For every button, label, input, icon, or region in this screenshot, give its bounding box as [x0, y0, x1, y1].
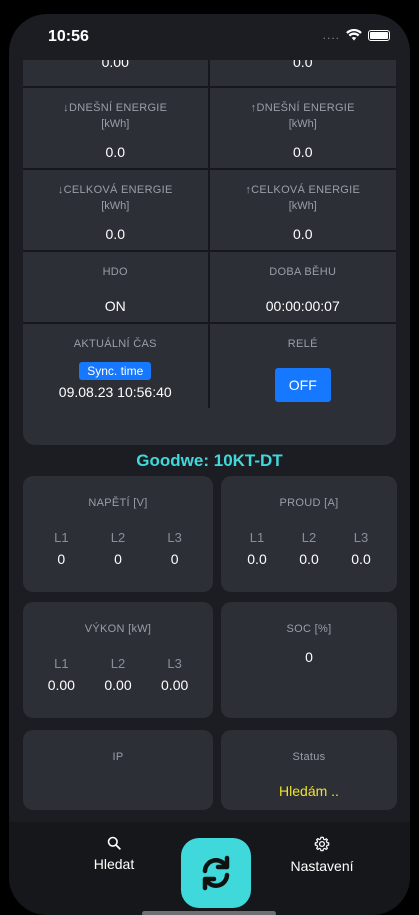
- partial-right-value: 0.0: [293, 60, 313, 70]
- device-title: Goodwe: 10KT-DT: [136, 451, 283, 470]
- card-title: NAPĚTÍ [V]: [88, 497, 148, 509]
- phase-value: 0.0: [299, 551, 319, 567]
- phase-row: L1 0.00 L2 0.00 L3 0.00: [23, 656, 213, 693]
- signal-dots-icon: ....: [322, 28, 340, 42]
- phase-value: 0.00: [47, 677, 75, 693]
- partial-left-value: 0.00: [101, 60, 129, 70]
- card-title: Status: [292, 751, 326, 763]
- hdo-runtime-row: HDO ON DOBA BĚHU 00:00:00:07: [23, 252, 396, 322]
- phase-label: L3: [167, 656, 182, 671]
- cell-label: HDO: [102, 266, 128, 278]
- cell-label: RELÉ: [287, 338, 318, 350]
- hdo-value: ON: [104, 298, 126, 314]
- phase-label: L3: [353, 530, 369, 545]
- energy-panel: 0.00 0.0 ↓DNEŠNÍ ENERGIE [kWh] 0.0 ↑DNEŠ…: [23, 60, 396, 445]
- search-icon: [107, 836, 121, 850]
- cell-unit: [kWh]: [101, 200, 130, 212]
- cell-value: 0.0: [293, 226, 313, 242]
- cell-label: AKTUÁLNÍ ČAS: [73, 338, 157, 350]
- phase-label: L1: [249, 530, 265, 545]
- card-title: PROUD [A]: [279, 497, 339, 509]
- cell-value: 0.0: [105, 144, 125, 160]
- phase-value: 0.0: [351, 551, 371, 567]
- status-card: Status Hledám ..: [221, 730, 397, 810]
- phase-value: 0: [114, 551, 122, 567]
- app-screen: 10:56 .... 0.00 0.0 ↓DNEŠNÍ ENERGIE [kWh…: [9, 14, 410, 915]
- power-card: VÝKON [kW] L1 0.00 L2 0.00 L3 0.00: [23, 602, 213, 718]
- refresh-button[interactable]: [181, 838, 251, 908]
- tab-settings[interactable]: Nastavení: [277, 836, 367, 874]
- tab-search[interactable]: Hledat: [84, 836, 144, 872]
- cell-label: DOBA BĚHU: [269, 266, 337, 278]
- card-title: SOC [%]: [286, 623, 332, 635]
- card-title: VÝKON [kW]: [84, 623, 152, 635]
- phase-row: L1 0.0 L2 0.0 L3 0.0: [221, 530, 397, 567]
- status-icons: ....: [323, 28, 390, 42]
- total-energy-out-cell: ↑CELKOVÁ ENERGIE [kWh] 0.0: [210, 170, 397, 250]
- soc-value: 0: [305, 649, 313, 665]
- runtime-cell: DOBA BĚHU 00:00:00:07: [210, 252, 397, 322]
- current-time-value: 09.08.23 10:56:40: [58, 384, 172, 400]
- phase-value: 0: [170, 551, 179, 567]
- current-time-cell: AKTUÁLNÍ ČAS Sync. time 09.08.23 10:56:4…: [23, 324, 210, 408]
- wifi-icon: [346, 29, 362, 41]
- phase-value: 0.0: [247, 551, 267, 567]
- cell-unit: [kWh]: [288, 200, 317, 212]
- current-card: PROUD [A] L1 0.0 L2 0.0 L3 0.0: [221, 476, 397, 592]
- phase-label: L2: [110, 656, 126, 671]
- tab-settings-label: Nastavení: [290, 858, 354, 874]
- phase-label: L2: [110, 530, 126, 545]
- cell-label: ↑DNEŠNÍ ENERGIE: [250, 102, 355, 114]
- total-energy-in-cell: ↓CELKOVÁ ENERGIE [kWh] 0.0: [23, 170, 210, 250]
- battery-icon: [368, 29, 390, 41]
- phase-value: 0.00: [104, 677, 132, 693]
- rele-cell: RELÉ OFF: [210, 324, 397, 408]
- status-time: 10:56: [48, 28, 89, 45]
- runtime-value: 00:00:00:07: [265, 298, 340, 314]
- gear-icon: [314, 836, 330, 852]
- phase-label: L1: [54, 656, 69, 671]
- ip-card: IP: [23, 730, 213, 810]
- today-energy-row: ↓DNEŠNÍ ENERGIE [kWh] 0.0 ↑DNEŠNÍ ENERGI…: [23, 88, 396, 168]
- tab-search-label: Hledat: [93, 856, 135, 872]
- refresh-icon: [202, 855, 230, 891]
- soc-card: SOC [%] 0: [221, 602, 397, 718]
- cell-label: ↑CELKOVÁ ENERGIE: [245, 184, 361, 196]
- today-energy-out-cell: ↑DNEŠNÍ ENERGIE [kWh] 0.0: [210, 88, 397, 168]
- cell-label: ↓CELKOVÁ ENERGIE: [57, 184, 173, 196]
- phase-label: L3: [167, 530, 182, 545]
- cell-value: 0.0: [105, 226, 125, 242]
- cell-label: ↓DNEŠNÍ ENERGIE: [63, 102, 168, 114]
- phase-value: 0.00: [161, 677, 189, 693]
- rele-toggle-button[interactable]: OFF: [274, 368, 331, 402]
- phase-label: L2: [301, 530, 317, 545]
- partial-row: 0.00 0.0: [23, 60, 396, 86]
- phase-label: L1: [54, 530, 69, 545]
- cell-unit: [kWh]: [288, 118, 317, 130]
- sync-time-button[interactable]: Sync. time: [79, 362, 152, 380]
- home-indicator: [142, 911, 276, 915]
- cell-value: 0.0: [293, 144, 313, 160]
- status-bar: 10:56 ....: [9, 14, 410, 60]
- time-rele-row: AKTUÁLNÍ ČAS Sync. time 09.08.23 10:56:4…: [23, 324, 396, 408]
- voltage-card: NAPĚTÍ [V] L1 0 L2 0 L3 0: [23, 476, 213, 592]
- hdo-cell: HDO ON: [23, 252, 210, 322]
- card-title: IP: [112, 751, 124, 763]
- total-energy-row: ↓CELKOVÁ ENERGIE [kWh] 0.0 ↑CELKOVÁ ENER…: [23, 170, 396, 250]
- today-energy-in-cell: ↓DNEŠNÍ ENERGIE [kWh] 0.0: [23, 88, 210, 168]
- phase-row: L1 0 L2 0 L3 0: [23, 530, 213, 567]
- status-value: Hledám ..: [279, 783, 339, 799]
- phase-value: 0: [57, 551, 66, 567]
- cell-unit: [kWh]: [101, 118, 130, 130]
